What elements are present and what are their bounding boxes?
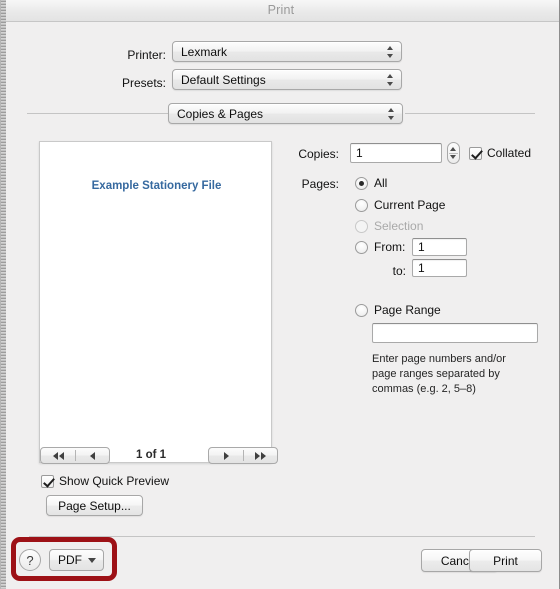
pane-rule-right	[405, 113, 535, 114]
chevron-updown-icon	[386, 73, 395, 87]
from-value: 1	[418, 240, 425, 254]
chevron-updown-icon	[387, 107, 396, 121]
first-page-button[interactable]	[41, 448, 75, 463]
page-setup-button[interactable]: Page Setup...	[46, 495, 143, 516]
pdf-button[interactable]: PDF	[49, 549, 104, 571]
pages-option-current-page[interactable]: Current Page	[355, 198, 445, 212]
pages-option-page-range-label: Page Range	[374, 303, 441, 317]
previous-page-icon	[89, 451, 95, 460]
printer-label: Printer:	[127, 48, 166, 62]
show-quick-preview-label: Show Quick Preview	[59, 474, 170, 488]
preview-nav-back[interactable]	[40, 447, 110, 464]
collated-label: Collated	[487, 146, 532, 160]
next-page-icon	[223, 451, 229, 460]
to-value: 1	[418, 261, 425, 275]
radio-all[interactable]	[355, 176, 368, 190]
pages-option-from-label: From:	[374, 240, 406, 254]
radio-current-page[interactable]	[355, 198, 368, 212]
pages-option-page-range[interactable]: Page Range	[355, 303, 441, 317]
page-setup-label: Page Setup...	[58, 498, 131, 513]
presets-popup[interactable]: Default Settings	[172, 69, 402, 90]
pages-option-from[interactable]: From:	[355, 240, 405, 254]
pages-option-all-label: All	[374, 176, 388, 190]
last-page-icon-second	[260, 451, 266, 460]
from-input[interactable]: 1	[412, 238, 467, 256]
last-page-button[interactable]	[243, 448, 277, 463]
to-input[interactable]: 1	[412, 259, 467, 277]
copies-label: Copies:	[298, 147, 339, 161]
print-dialog-window: Print Printer: Lexmark Presets: Default …	[0, 0, 560, 589]
presets-label: Presets:	[121, 76, 166, 90]
pdf-label: PDF	[58, 553, 82, 567]
stepper-up-icon[interactable]	[450, 147, 456, 151]
last-page-icon	[254, 451, 260, 460]
pane-popup[interactable]: Copies & Pages	[168, 103, 403, 124]
titlebar: Print	[1, 0, 559, 22]
chevron-down-icon	[88, 557, 96, 563]
pages-option-current-page-label: Current Page	[374, 198, 446, 212]
copies-input[interactable]: 1	[350, 143, 442, 163]
radio-selection	[355, 219, 368, 233]
next-page-button[interactable]	[209, 448, 243, 463]
previous-page-button[interactable]	[75, 448, 109, 463]
copies-value: 1	[356, 146, 363, 160]
collated-row[interactable]: Collated	[469, 146, 531, 160]
radio-page-range[interactable]	[355, 303, 368, 317]
show-quick-preview-checkbox[interactable]	[41, 474, 54, 488]
first-page-icon-second	[58, 451, 64, 460]
preview-nav-forward[interactable]	[208, 447, 278, 464]
pane-rule-left	[27, 113, 168, 114]
footer-rule	[29, 536, 535, 537]
page-range-helper-text: Enter page numbers and/or page ranges se…	[372, 353, 506, 395]
page-range-input[interactable]	[372, 323, 538, 343]
first-page-icon	[52, 451, 58, 460]
window-left-edge	[1, 0, 6, 589]
print-label: Print	[493, 553, 518, 568]
copies-stepper[interactable]	[447, 142, 460, 164]
print-button[interactable]: Print	[469, 549, 542, 572]
page-indicator: 1 of 1	[136, 449, 167, 461]
pages-option-all[interactable]: All	[355, 176, 387, 190]
help-icon: ?	[26, 552, 34, 568]
pages-option-selection: Selection	[355, 219, 423, 233]
printer-popup[interactable]: Lexmark	[172, 41, 402, 62]
show-quick-preview-row[interactable]: Show Quick Preview	[41, 474, 169, 488]
print-preview-page: Example Stationery File	[39, 141, 272, 463]
presets-value: Default Settings	[181, 72, 266, 87]
radio-from[interactable]	[355, 240, 368, 254]
pages-option-selection-label: Selection	[374, 219, 424, 233]
help-button[interactable]: ?	[19, 549, 41, 571]
stepper-down-icon[interactable]	[450, 155, 456, 159]
pages-label: Pages:	[301, 177, 339, 191]
collated-checkbox[interactable]	[469, 146, 482, 160]
chevron-updown-icon	[386, 45, 395, 59]
window-title: Print	[267, 3, 295, 17]
stepper-divider	[449, 153, 458, 154]
to-label: to:	[392, 264, 406, 278]
pane-value: Copies & Pages	[177, 106, 264, 121]
printer-value: Lexmark	[181, 44, 228, 59]
